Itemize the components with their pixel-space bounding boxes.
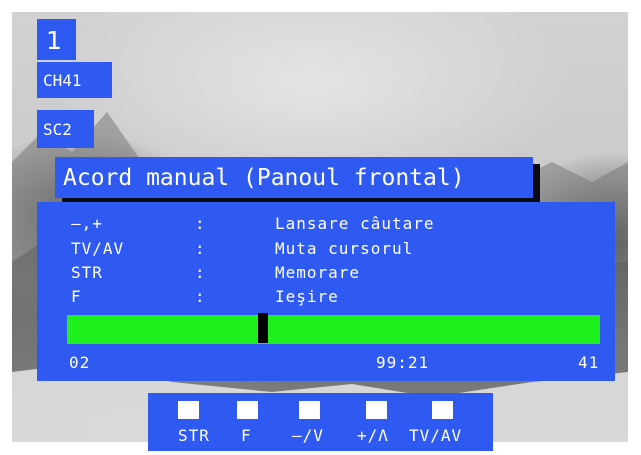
key-label: TV/AV [409,426,463,445]
tuning-bar [67,313,600,344]
key-label: +/Λ [357,426,389,445]
key-legend: STR F –/V +/Λ TV/AV [148,393,493,451]
key-square-icon [299,401,320,419]
key-label: F [241,426,252,445]
menu-row-key: F [71,287,82,306]
key-label: –/V [292,426,324,445]
tuning-cursor[interactable] [258,313,268,343]
menu-row-separator: : [195,214,206,233]
menu-row-action: Muta cursorul [275,239,414,258]
key-square-icon [366,401,387,419]
menu-row-key: –,+ [71,214,103,233]
key-label: STR [178,426,210,445]
tuned-channel-label: 41 [578,353,600,372]
menu-row-key: TV/AV [71,239,125,258]
menu-row-separator: : [195,287,206,306]
menu-row-separator: : [195,263,206,282]
menu-row-action: Ieşire [275,287,339,306]
menu-row-key: STR [71,263,103,282]
sound-mode-badge: SC2 [37,110,94,148]
key-square-icon [432,401,453,419]
menu-row-action: Memorare [275,263,361,282]
menu-row-separator: : [195,239,206,258]
frequency-readout: 99:21 [376,353,430,372]
key-square-icon [237,401,258,419]
channel-number: 1 [37,19,76,60]
menu-panel: –,+ : Lansare câutare TV/AV : Muta curso… [37,202,615,381]
band-label: 02 [69,353,91,372]
channel-name: CH41 [37,62,112,98]
menu-row-action: Lansare câutare [275,214,435,233]
key-square-icon [178,401,199,419]
menu-title: Acord manual (Panoul frontal) [55,157,533,198]
